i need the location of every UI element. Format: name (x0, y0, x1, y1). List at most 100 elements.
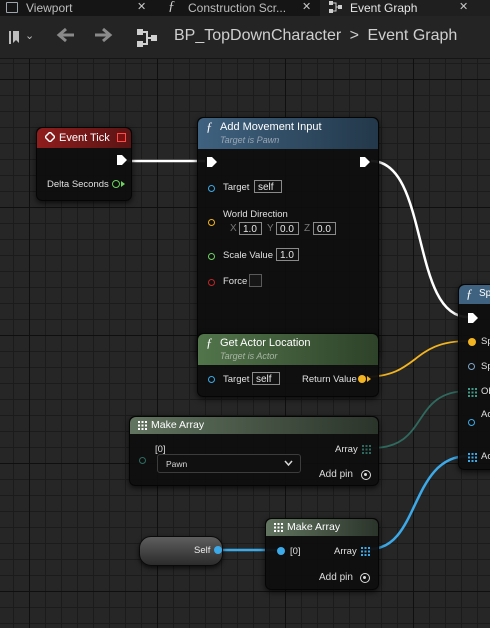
pin-label: [0] (290, 546, 301, 557)
add-pin-button[interactable]: Add pin (319, 572, 353, 583)
object-in-pin[interactable] (468, 419, 475, 426)
self-reference-node[interactable]: Self (139, 536, 223, 566)
breadcrumb-separator: > (349, 27, 359, 44)
make-array-node[interactable]: Make Array [0] Pawn Array Add pin (129, 416, 379, 486)
class-wire (371, 390, 469, 449)
object-in-pin[interactable] (208, 185, 215, 192)
pin-label: Array (334, 546, 357, 557)
close-icon[interactable]: ✕ (302, 0, 311, 13)
float-in-pin[interactable] (208, 253, 215, 260)
chevron-down-icon: ⌄ (25, 30, 35, 42)
tab-label: Viewport (26, 1, 73, 15)
back-button[interactable] (53, 26, 79, 48)
pin-label: Sp (481, 336, 490, 347)
float-out-pin[interactable] (112, 180, 120, 188)
pin-label: Sp (481, 361, 490, 372)
object-out-pin[interactable] (214, 546, 222, 554)
axis-label: X (230, 223, 237, 234)
dropdown-value: Pawn (166, 459, 188, 469)
object-in-pin[interactable] (208, 376, 215, 383)
pin-arrow (121, 181, 125, 187)
z-field[interactable]: 0.0 (313, 222, 336, 235)
scale-field[interactable]: 1.0 (276, 248, 299, 261)
target-field[interactable]: self (252, 372, 280, 385)
exec-in-pin[interactable] (207, 157, 217, 167)
self-label: Self (194, 545, 211, 556)
tab-construction-script[interactable]: ƒ Construction Scr... ✕ (156, 0, 318, 16)
breadcrumb-blueprint[interactable]: BP_TopDownCharacter (174, 27, 341, 44)
plus-icon[interactable] (361, 470, 371, 480)
pin-label: Return Value (302, 374, 357, 385)
node-subtitle: Target is Actor (220, 351, 278, 361)
add-pin-button[interactable]: Add pin (319, 469, 353, 480)
object-array-in-pin[interactable] (468, 453, 477, 462)
pin-label: Delta Seconds (47, 179, 109, 190)
object-in-pin[interactable] (277, 547, 285, 555)
graph-icon (329, 1, 343, 13)
y-field[interactable]: 0.0 (276, 222, 299, 235)
breadcrumb: BP_TopDownCharacter > Event Graph (174, 27, 457, 45)
event-icon (43, 130, 57, 144)
x-field[interactable]: 1.0 (239, 222, 262, 235)
function-icon: ƒ (206, 119, 213, 134)
arrow-right-icon (93, 27, 113, 48)
pin-arrow (367, 376, 371, 382)
make-array-node[interactable]: Make Array [0] Array Add pin (265, 518, 379, 590)
force-checkbox[interactable] (249, 274, 262, 287)
axis-label: Z (304, 223, 311, 234)
pin-label: Target (223, 374, 250, 385)
bool-in-pin[interactable] (208, 279, 215, 286)
rotator-in-pin[interactable] (468, 363, 475, 370)
node-title: Get Actor Location (220, 337, 311, 349)
pin-label: Ob (481, 386, 490, 397)
spawn-function-node[interactable]: ƒ Sp Sp Sp Ob Ac Ac (458, 284, 490, 470)
tab-bar: Viewport ✕ ƒ Construction Scr... ✕ Event… (0, 0, 490, 16)
object-array-out-pin[interactable] (361, 547, 370, 556)
plus-icon[interactable] (360, 573, 370, 583)
get-actor-location-node[interactable]: ƒ Get Actor Location Target is Actor Tar… (197, 333, 379, 397)
object-array-wire (369, 454, 469, 551)
arrow-left-icon (56, 27, 76, 48)
class-array-in-pin[interactable] (468, 388, 477, 397)
vector-wire (363, 340, 469, 378)
close-icon[interactable]: ✕ (137, 0, 146, 13)
exec-out-pin[interactable] (360, 157, 370, 167)
vector-in-pin[interactable] (468, 338, 476, 346)
pin-label: Ac (481, 451, 490, 462)
node-title: Make Array (287, 521, 341, 533)
blueprint-graph-icon (137, 28, 159, 48)
function-icon: ƒ (466, 286, 473, 301)
node-title: Make Array (151, 419, 205, 431)
axis-label: Y (267, 223, 274, 234)
event-tick-node[interactable]: Event Tick Delta Seconds (36, 127, 132, 201)
node-title: Add Movement Input (220, 121, 322, 133)
array-icon (138, 421, 147, 430)
add-movement-input-node[interactable]: ƒ Add Movement Input Target is Pawn Targ… (197, 117, 379, 359)
class-array-out-pin[interactable] (362, 445, 371, 454)
class-in-pin[interactable] (139, 457, 146, 464)
tab-label: Event Graph (350, 1, 418, 15)
node-subtitle: Target is Pawn (220, 135, 280, 145)
tab-viewport[interactable]: Viewport ✕ (0, 0, 154, 16)
pin-label: Ac (481, 409, 490, 420)
target-field[interactable]: self (254, 180, 282, 193)
graph-canvas[interactable]: Event Tick Delta Seconds ƒ Add Movement … (0, 59, 490, 628)
breadcrumb-graph[interactable]: Event Graph (367, 27, 457, 44)
delegate-pin[interactable] (117, 133, 126, 142)
graph-toolbar: ⌄ BP_TopDownCharacter > Event Graph (0, 16, 490, 59)
close-icon[interactable]: ✕ (459, 0, 468, 13)
vector-out-pin[interactable] (358, 375, 366, 383)
tab-event-graph[interactable]: Event Graph ✕ (320, 0, 490, 16)
forward-button[interactable] (90, 26, 116, 48)
vector-in-pin[interactable] (208, 219, 215, 226)
exec-in-pin[interactable] (468, 313, 478, 323)
class-dropdown[interactable]: Pawn (157, 454, 301, 473)
bookmark-icon (8, 31, 20, 44)
exec-out-pin[interactable] (117, 155, 127, 165)
node-title: Event Tick (59, 132, 110, 144)
bookmark-dropdown-button[interactable]: ⌄ (4, 26, 40, 48)
pin-label: Force (223, 276, 248, 287)
pin-label: Target (223, 182, 250, 193)
node-title: Sp (479, 288, 490, 299)
exec-wire (370, 159, 469, 319)
